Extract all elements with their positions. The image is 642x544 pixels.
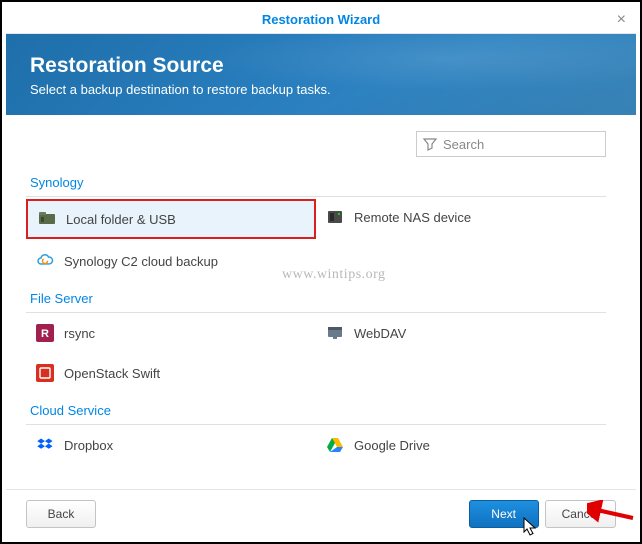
openstack-icon — [36, 364, 54, 382]
svg-text:R: R — [41, 328, 49, 340]
option-remote-nas[interactable]: Remote NAS device — [316, 197, 606, 237]
webdav-icon — [326, 324, 344, 342]
cancel-button[interactable]: Cancel — [545, 500, 616, 528]
option-dropbox[interactable]: Dropbox — [26, 425, 316, 465]
filter-icon — [423, 137, 437, 151]
back-button[interactable]: Back — [26, 500, 96, 528]
option-label: Remote NAS device — [354, 210, 471, 225]
rsync-icon: R — [36, 324, 54, 342]
section-header-fileserver: File Server — [26, 281, 606, 313]
option-rsync[interactable]: R rsync — [26, 313, 316, 353]
close-icon[interactable]: × — [617, 11, 626, 29]
hero-banner: Restoration Source Select a backup desti… — [6, 34, 636, 115]
option-label: Synology C2 cloud backup — [64, 254, 218, 269]
titlebar: Restoration Wizard × — [6, 6, 636, 34]
cloud-c2-icon — [36, 252, 54, 270]
footer: Back Next Cancel — [6, 489, 636, 538]
option-synology-c2[interactable]: Synology C2 cloud backup — [26, 241, 316, 281]
option-label: WebDAV — [354, 326, 406, 341]
page-subtitle: Select a backup destination to restore b… — [30, 82, 612, 97]
restoration-wizard-dialog: Restoration Wizard × Restoration Source … — [6, 6, 636, 538]
search-placeholder: Search — [443, 137, 484, 152]
next-button[interactable]: Next — [469, 500, 539, 528]
options-scroll[interactable]: Synology Local folder & USB Remote NAS d… — [26, 165, 616, 489]
dialog-title: Restoration Wizard — [262, 12, 380, 27]
option-label: Local folder & USB — [66, 212, 176, 227]
option-google-drive[interactable]: Google Drive — [316, 425, 606, 465]
page-title: Restoration Source — [30, 54, 612, 78]
section-header-synology: Synology — [26, 165, 606, 197]
gdrive-icon — [326, 436, 344, 454]
nas-remote-icon — [326, 208, 344, 226]
option-label: Dropbox — [64, 438, 113, 453]
folder-nas-icon — [38, 210, 56, 228]
option-openstack[interactable]: OpenStack Swift — [26, 353, 316, 393]
option-label: rsync — [64, 326, 95, 341]
option-label: OpenStack Swift — [64, 366, 160, 381]
section-header-cloud: Cloud Service — [26, 393, 606, 425]
option-local-folder-usb[interactable]: Local folder & USB — [26, 199, 316, 239]
option-label: Google Drive — [354, 438, 430, 453]
dropbox-icon — [36, 436, 54, 454]
content-body: Search Synology Local folder & USB Remot… — [6, 115, 636, 489]
search-input[interactable]: Search — [416, 131, 606, 157]
option-webdav[interactable]: WebDAV — [316, 313, 606, 353]
